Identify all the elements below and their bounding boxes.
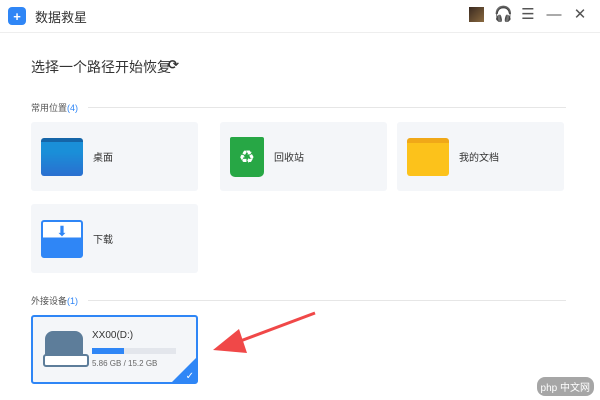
- usage-fill: [92, 348, 125, 354]
- refresh-icon[interactable]: ⟳: [168, 57, 179, 73]
- documents-folder-icon: [407, 137, 449, 176]
- section-count: (4): [67, 102, 79, 113]
- section-count: (1): [67, 295, 79, 306]
- desktop-folder-icon: [41, 137, 83, 176]
- check-icon: ✓: [185, 371, 194, 382]
- headset-icon[interactable]: 🎧: [494, 5, 513, 23]
- download-tray-icon: ⬇: [41, 219, 83, 258]
- location-documents[interactable]: 我的文档: [397, 122, 564, 191]
- section-label: 外接设备: [31, 296, 68, 306]
- section-label: 常用位置: [31, 103, 68, 113]
- device-size: 5.86 GB / 15.2 GB: [92, 359, 158, 368]
- device-card[interactable]: XX00(D:) 5.86 GB / 15.2 GB ✓: [31, 315, 198, 384]
- avatar[interactable]: [469, 6, 484, 22]
- location-downloads[interactable]: ⬇ 下载: [31, 204, 198, 273]
- usage-bar: [92, 348, 176, 354]
- location-label: 回收站: [274, 153, 304, 164]
- app-title: 数据救星: [35, 9, 88, 25]
- window-controls: 🎧 ☰ — ✕: [469, 5, 588, 23]
- location-label: 下载: [93, 235, 113, 246]
- app-logo-icon: +: [8, 7, 26, 25]
- watermark: php 中文网: [536, 377, 594, 396]
- recycle-bin-icon: ♻: [230, 136, 264, 177]
- location-label: 我的文档: [459, 153, 499, 164]
- red-arrow-annotation: [213, 311, 316, 353]
- location-label: 桌面: [93, 153, 113, 164]
- page-title: 选择一个路径开始恢复: [31, 59, 171, 75]
- location-desktop[interactable]: 桌面: [31, 122, 198, 191]
- minimize-icon[interactable]: —: [546, 6, 562, 23]
- device-name: XX00(D:): [92, 330, 134, 341]
- section-common: 常用位置 (4): [31, 101, 566, 114]
- close-icon[interactable]: ✕: [572, 5, 588, 23]
- location-recycle-bin[interactable]: ♻ 回收站: [220, 122, 387, 191]
- drive-icon: [43, 331, 89, 367]
- menu-icon[interactable]: ☰: [520, 5, 536, 23]
